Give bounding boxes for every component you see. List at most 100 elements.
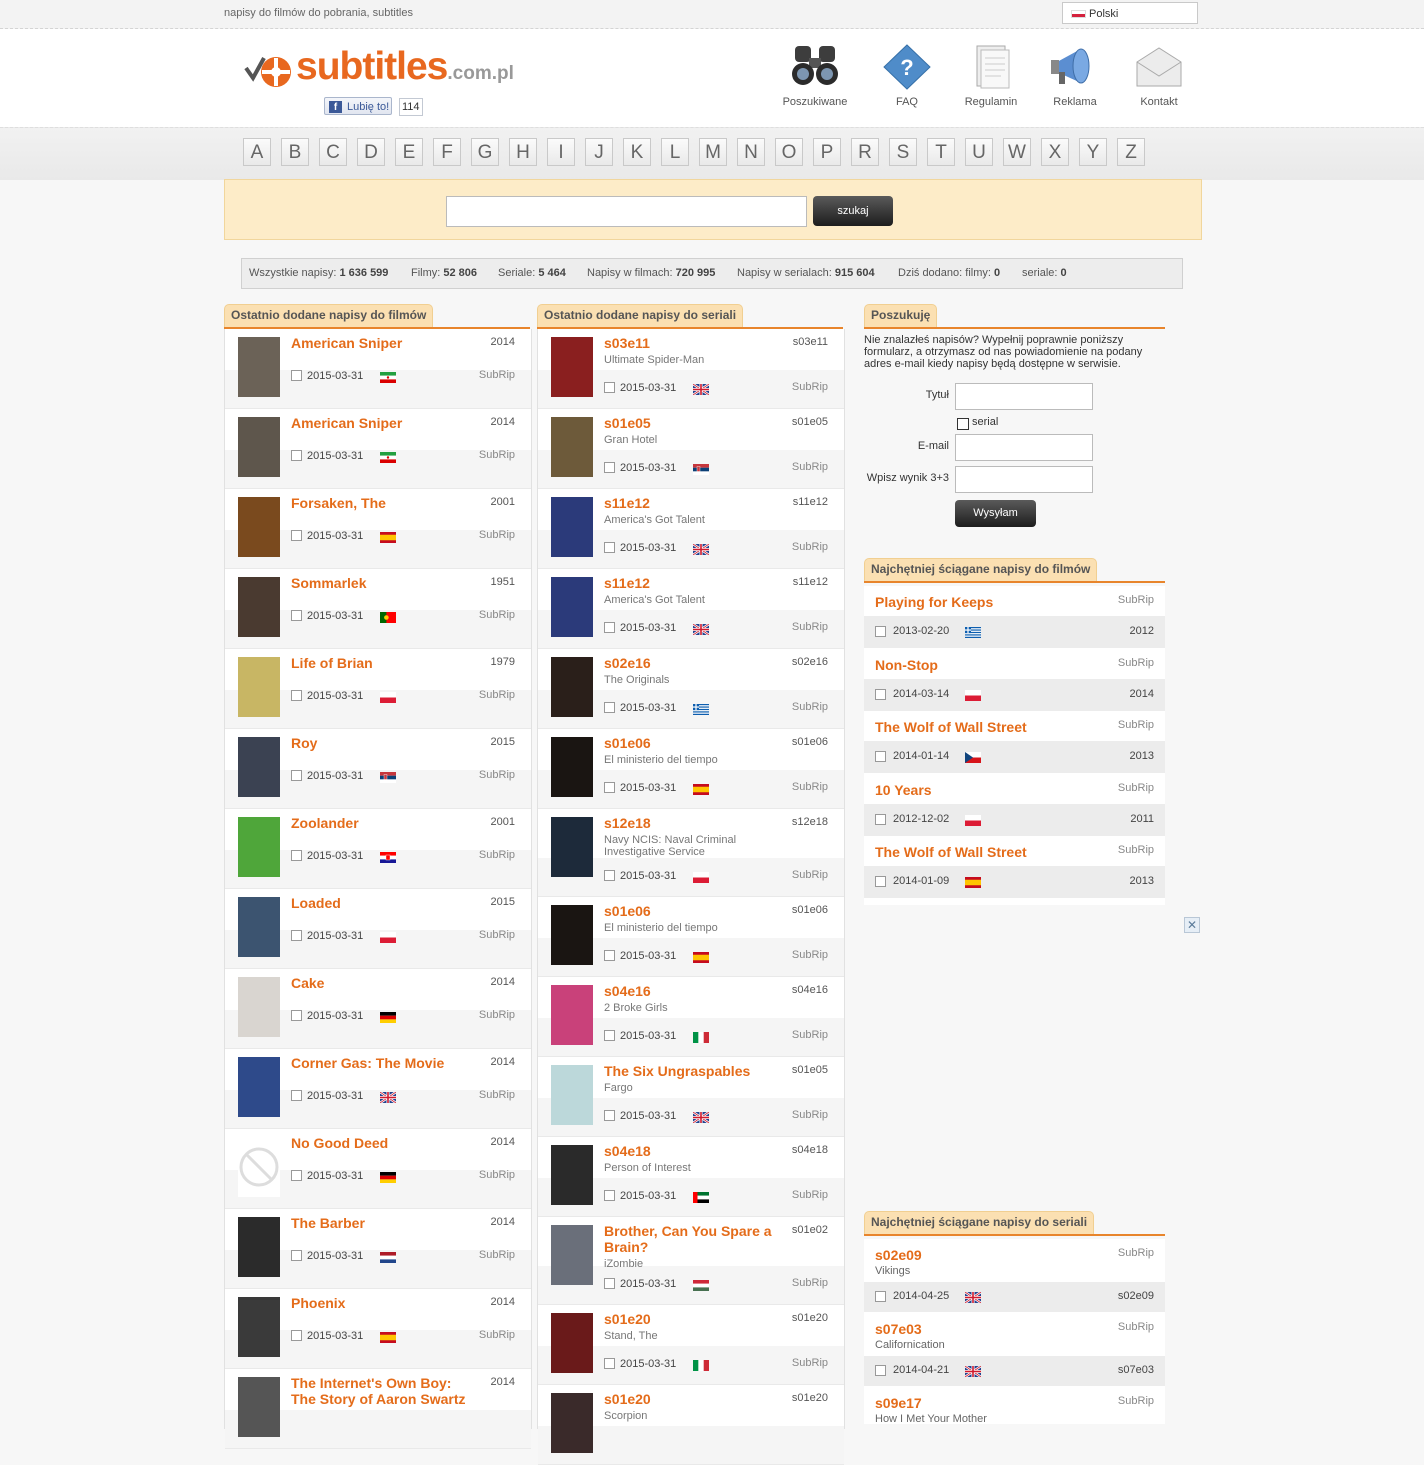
film-poster[interactable] [238, 737, 280, 797]
top-film-item[interactable]: The Wolf of Wall Street SubRip 2014-01-09 2… [864, 836, 1165, 899]
email-field[interactable] [955, 434, 1093, 461]
film-poster[interactable] [238, 497, 280, 557]
series-poster[interactable] [551, 1225, 593, 1285]
top-film-item[interactable]: Non-Stop SubRip 2014-03-14 2014 [864, 649, 1165, 712]
letter-k[interactable]: K [623, 138, 651, 166]
film-poster[interactable] [238, 1377, 280, 1437]
nav-reklama[interactable]: Reklama [1035, 44, 1115, 108]
title-field[interactable] [955, 383, 1093, 410]
series-poster[interactable] [551, 337, 593, 397]
series-title[interactable]: s01e20 [604, 1391, 651, 1407]
film-title[interactable]: Cake [291, 975, 324, 991]
letter-i[interactable]: I [547, 138, 575, 166]
letter-c[interactable]: C [319, 138, 347, 166]
series-title[interactable]: Brother, Can You Spare a Brain? [604, 1223, 789, 1255]
series-poster[interactable] [551, 657, 593, 717]
series-title[interactable]: s02e16 [604, 655, 651, 671]
letter-f[interactable]: F [433, 138, 461, 166]
film-poster[interactable] [238, 1297, 280, 1357]
series-poster[interactable] [551, 1313, 593, 1373]
series-row[interactable]: s04e16 2 Broke Girls s04e16 2015-03-31 SubRi… [538, 977, 844, 1057]
series-title[interactable]: s04e18 [604, 1143, 651, 1159]
top-film-item[interactable]: The Wolf of Wall Street SubRip 2014-01-14 2… [864, 711, 1165, 774]
film-poster[interactable] [238, 817, 280, 877]
letter-d[interactable]: D [357, 138, 385, 166]
top-series-item[interactable]: s09e17 How I Met Your Mother SubRip [864, 1387, 1165, 1461]
letter-h[interactable]: H [509, 138, 537, 166]
series-poster[interactable] [551, 1393, 593, 1453]
film-poster[interactable] [238, 577, 280, 637]
letter-u[interactable]: U [965, 138, 993, 166]
search-button[interactable]: szukaj [813, 196, 893, 226]
film-row[interactable]: Forsaken, The 2001 2015-03-31 SubRip [225, 489, 531, 569]
letter-w[interactable]: W [1003, 138, 1031, 166]
film-title[interactable]: The Internet's Own Boy: The Story of Aar… [291, 1375, 476, 1407]
film-poster[interactable] [238, 1137, 280, 1197]
film-poster[interactable] [238, 657, 280, 717]
series-row[interactable]: s01e06 El ministerio del tiempo s01e06 2015… [538, 897, 844, 977]
series-row[interactable]: s11e12 America's Got Talent s11e12 2015-03-… [538, 489, 844, 569]
top-series-title[interactable]: s02e09 [875, 1247, 922, 1263]
series-poster[interactable] [551, 817, 593, 877]
film-row[interactable]: Life of Brian 1979 2015-03-31 SubRip [225, 649, 531, 729]
letter-g[interactable]: G [471, 138, 499, 166]
letter-m[interactable]: M [699, 138, 727, 166]
series-title[interactable]: s01e05 [604, 415, 651, 431]
series-poster[interactable] [551, 985, 593, 1045]
series-row[interactable]: s04e18 Person of Interest s04e18 2015-03-31… [538, 1137, 844, 1217]
series-title[interactable]: s04e16 [604, 983, 651, 999]
series-poster[interactable] [551, 497, 593, 557]
series-row[interactable]: s02e16 The Originals s02e16 2015-03-31 SubRi… [538, 649, 844, 729]
film-title[interactable]: American Sniper [291, 415, 402, 431]
nav-regulamin[interactable]: Regulamin [951, 44, 1031, 108]
film-row[interactable]: Zoolander 2001 2015-03-31 SubRip [225, 809, 531, 889]
series-row[interactable]: The Six Ungraspables Fargo s01e05 2015-03-3… [538, 1057, 844, 1137]
top-film-title[interactable]: 10 Years [875, 782, 932, 798]
film-title[interactable]: No Good Deed [291, 1135, 388, 1151]
series-title[interactable]: s12e18 [604, 815, 651, 831]
film-row[interactable]: The Barber 2014 2015-03-31 SubRip [225, 1209, 531, 1289]
top-film-item[interactable]: 10 Years SubRip 2012-12-02 2011 [864, 774, 1165, 837]
letter-y[interactable]: Y [1079, 138, 1107, 166]
series-poster[interactable] [551, 1065, 593, 1125]
film-title[interactable]: Corner Gas: The Movie [291, 1055, 444, 1071]
series-title[interactable]: s11e12 [604, 495, 650, 511]
film-title[interactable]: Sommarlek [291, 575, 366, 591]
series-row[interactable]: s01e05 Gran Hotel s01e05 2015-03-31 SubRip [538, 409, 844, 489]
film-poster[interactable] [238, 1057, 280, 1117]
film-row[interactable]: Corner Gas: The Movie 2014 2015-03-31 SubRi… [225, 1049, 531, 1129]
film-title[interactable]: Zoolander [291, 815, 359, 831]
letter-j[interactable]: J [585, 138, 613, 166]
film-title[interactable]: American Sniper [291, 335, 402, 351]
series-title[interactable]: s01e20 [604, 1311, 651, 1327]
film-poster[interactable] [238, 897, 280, 957]
top-film-title[interactable]: Playing for Keeps [875, 594, 993, 610]
film-title[interactable]: Phoenix [291, 1295, 345, 1311]
letter-t[interactable]: T [927, 138, 955, 166]
top-series-item[interactable]: s07e03 Californication SubRip 2014-04-21 s07… [864, 1313, 1165, 1387]
series-poster[interactable] [551, 417, 593, 477]
film-row[interactable]: American Sniper 2014 2015-03-31 SubRip [225, 329, 531, 409]
film-row[interactable]: Phoenix 2014 2015-03-31 SubRip [225, 1289, 531, 1369]
top-series-title[interactable]: s07e03 [875, 1321, 922, 1337]
letter-b[interactable]: B [281, 138, 309, 166]
film-row[interactable]: The Internet's Own Boy: The Story of Aar… [225, 1369, 531, 1449]
film-row[interactable]: Cake 2014 2015-03-31 SubRip [225, 969, 531, 1049]
film-title[interactable]: Forsaken, The [291, 495, 386, 511]
top-film-item[interactable]: Playing for Keeps SubRip 2013-02-20 2012 [864, 586, 1165, 649]
letter-r[interactable]: R [851, 138, 879, 166]
letter-n[interactable]: N [737, 138, 765, 166]
series-row[interactable]: s12e18 Navy NCIS: Naval Criminal Investig… [538, 809, 844, 897]
series-row[interactable]: s01e06 El ministerio del tiempo s01e06 2015… [538, 729, 844, 809]
series-title[interactable]: s03e11 [604, 335, 650, 351]
top-series-item[interactable]: s02e09 Vikings SubRip 2014-04-25 s02e09 [864, 1239, 1165, 1313]
series-row[interactable]: Brother, Can You Spare a Brain? iZombie s0… [538, 1217, 844, 1305]
series-poster[interactable] [551, 1145, 593, 1205]
letter-s[interactable]: S [889, 138, 917, 166]
top-series-title[interactable]: s09e17 [875, 1395, 922, 1411]
film-poster[interactable] [238, 417, 280, 477]
series-poster[interactable] [551, 737, 593, 797]
film-title[interactable]: Life of Brian [291, 655, 373, 671]
nav-poszukiwane[interactable]: Poszukiwane [775, 44, 855, 108]
series-poster[interactable] [551, 577, 593, 637]
